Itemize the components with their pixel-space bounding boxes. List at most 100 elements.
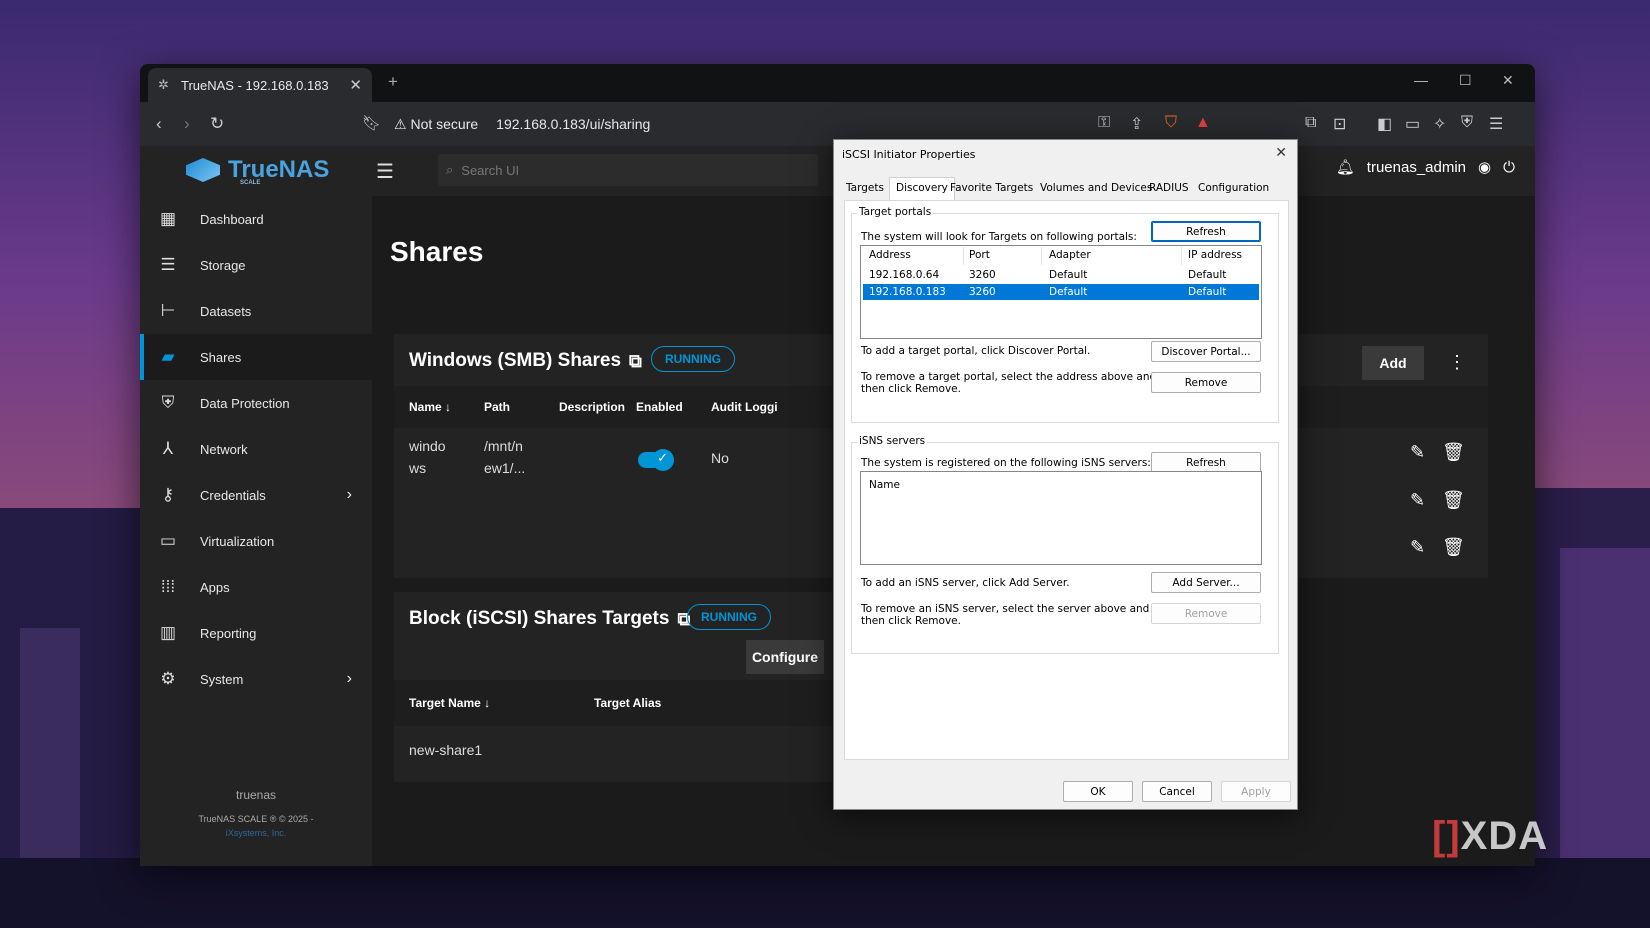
brave-rewards-icon[interactable]: ▲ <box>1195 114 1211 132</box>
key-icon: ⚷ <box>161 485 175 504</box>
target-portals-label: Target portals <box>857 206 934 218</box>
tab-targets[interactable]: Targets <box>846 180 884 200</box>
bell-icon[interactable]: 🔔︎ <box>1336 158 1355 176</box>
share-icon[interactable]: ⇪ <box>1130 114 1143 134</box>
iscsi-card: Block (iSCSI) Shares Targets ⧉ RUNNING C… <box>394 592 832 782</box>
add-server-button[interactable]: Add Server... <box>1151 572 1261 593</box>
tab-volumes-devices[interactable]: Volumes and Devices <box>1040 180 1152 200</box>
menu-icon[interactable]: ☰ <box>1489 114 1503 134</box>
portal-row-selected[interactable]: 192.168.0.183 3260 Default Default <box>863 284 1259 300</box>
add-button[interactable]: Add <box>1362 346 1424 380</box>
screenshot-icon[interactable]: ⊡ <box>1333 114 1346 134</box>
search-input[interactable]: ⌕ Search UI <box>438 154 818 186</box>
delete-icon[interactable]: 🗑︎ <box>1442 490 1465 511</box>
column-enabled[interactable]: Enabled <box>636 400 683 414</box>
not-secure-indicator[interactable]: ⚠ Not secure <box>394 116 478 133</box>
hostname: truenas <box>235 788 277 802</box>
tab-configuration[interactable]: Configuration <box>1198 180 1269 200</box>
share-name-line2: ws <box>409 460 427 476</box>
tab-radius[interactable]: RADIUS <box>1149 180 1189 200</box>
column-name[interactable]: Name ↓ <box>409 400 451 414</box>
dialog-title: iSCSI Initiator Properties <box>842 148 976 161</box>
column-audit-logging[interactable]: Audit Loggi <box>711 400 778 414</box>
sidebar-item-data-protection[interactable]: ⛨ Data Protection <box>140 380 372 426</box>
close-window-icon[interactable]: ✕ <box>1502 72 1514 89</box>
key-icon[interactable]: ⚿ <box>1098 114 1110 132</box>
tab-favorite-targets[interactable]: Favorite Targets <box>950 180 1033 200</box>
column-target-name[interactable]: Target Name ↓ <box>409 696 490 710</box>
sidebar-item-network[interactable]: ⅄ Network <box>140 426 372 472</box>
sidebar-item-storage[interactable]: ☰ Storage <box>140 242 372 288</box>
enabled-toggle[interactable] <box>638 449 674 471</box>
status-badge[interactable]: RUNNING <box>651 346 735 372</box>
account-icon[interactable]: ◉ <box>1478 158 1491 176</box>
hamburger-menu-icon[interactable]: ☰ <box>376 159 394 184</box>
new-tab-icon[interactable]: + <box>388 72 398 92</box>
isns-refresh-button[interactable]: Refresh <box>1151 452 1261 473</box>
page-title: Shares <box>390 236 484 267</box>
laptop-icon: ▭ <box>159 531 177 550</box>
delete-icon[interactable]: 🗑︎ <box>1442 537 1465 558</box>
isns-remove-button[interactable]: Remove <box>1151 603 1261 624</box>
close-dialog-icon[interactable]: ✕ <box>1275 145 1287 161</box>
sidebar-item-datasets[interactable]: ⊢ Datasets <box>140 288 372 334</box>
leo-ai-icon[interactable]: ✧ <box>1433 114 1446 134</box>
company-link[interactable]: iXsystems, Inc. <box>140 828 372 838</box>
sidebar-item-reporting[interactable]: ▥ Reporting <box>140 610 372 656</box>
cancel-button[interactable]: Cancel <box>1142 781 1212 802</box>
url-text: 192.168.0.183/ui/sharing <box>496 116 651 132</box>
edit-icon[interactable]: ✎ <box>1410 490 1425 511</box>
ok-button[interactable]: OK <box>1063 781 1133 802</box>
extensions-icon[interactable]: ⧉ <box>1305 114 1316 132</box>
browser-tab[interactable]: ✲ TrueNAS - 192.168.0.183 ✕ <box>148 68 372 102</box>
portals-refresh-button[interactable]: Refresh <box>1151 221 1261 242</box>
sidebar-toggle-icon[interactable]: ◧ <box>1377 114 1392 134</box>
portals-list[interactable]: Address Port Adapter IP address 192.168.… <box>860 245 1262 339</box>
sidebar-item-virtualization[interactable]: ▭ Virtualization <box>140 518 372 564</box>
minimize-icon[interactable]: — <box>1414 72 1428 88</box>
url-field[interactable]: ⚠ Not secure 192.168.0.183/ui/sharing <box>394 108 1094 140</box>
back-icon[interactable]: ‹ <box>156 114 162 134</box>
column-path[interactable]: Path <box>484 400 510 414</box>
edit-icon[interactable]: ✎ <box>1410 537 1425 558</box>
sidebar-item-dashboard[interactable]: ▦ Dashboard <box>140 196 372 242</box>
portal-row[interactable]: 192.168.0.64 3260 Default Default <box>863 267 1259 283</box>
edit-icon[interactable]: ✎ <box>1410 442 1425 463</box>
isns-list-header: Name <box>869 479 900 491</box>
username[interactable]: truenas_admin <box>1367 159 1466 176</box>
status-badge[interactable]: RUNNING <box>687 604 771 630</box>
power-icon[interactable]: ⏻ <box>1503 159 1515 176</box>
truenas-logo-mark <box>186 158 220 182</box>
isns-description: The system is registered on the followin… <box>861 457 1151 469</box>
column-description[interactable]: Description <box>559 400 625 414</box>
truenas-favicon-icon: ✲ <box>158 77 169 92</box>
apply-button[interactable]: Apply <box>1221 781 1291 802</box>
sidebar-item-shares[interactable]: ▰ Shares <box>140 334 372 380</box>
remove-isns-hint-1: To remove an iSNS server, select the ser… <box>861 603 1150 615</box>
column-target-alias[interactable]: Target Alias <box>594 696 661 710</box>
open-in-new-icon[interactable]: ⧉ <box>629 351 642 372</box>
forward-icon[interactable]: › <box>184 114 190 134</box>
more-vertical-icon[interactable]: ⋮ <box>1448 352 1466 373</box>
wallet-icon[interactable]: ▭ <box>1405 114 1420 134</box>
remove-isns-hint-2: then click Remove. <box>861 615 961 627</box>
vpn-icon[interactable]: ⛨ <box>1461 114 1473 132</box>
configure-button[interactable]: Configure <box>746 640 824 674</box>
sidebar-item-apps[interactable]: ⁞⁞⁞ Apps <box>140 564 372 610</box>
tab-discovery[interactable]: Discovery <box>889 177 955 201</box>
sidebar-item-credentials[interactable]: ⚷ Credentials › <box>140 472 372 518</box>
isns-servers-list[interactable]: Name <box>860 471 1262 565</box>
iscsi-initiator-dialog: iSCSI Initiator Properties ✕ Targets Dis… <box>833 139 1298 810</box>
portal-remove-button[interactable]: Remove <box>1151 372 1261 393</box>
brave-shield-icon[interactable]: ⛉ <box>1165 114 1177 132</box>
discover-portal-button[interactable]: Discover Portal... <box>1151 341 1261 362</box>
bookmark-icon[interactable]: 🔖︎ <box>362 114 381 132</box>
truenas-logo[interactable]: TrueNAS SCALE <box>186 156 329 186</box>
user-area: 🔔︎ truenas_admin ◉ ⏻ <box>1336 158 1515 177</box>
close-tab-icon[interactable]: ✕ <box>349 76 362 94</box>
maximize-icon[interactable]: ☐ <box>1459 72 1472 89</box>
delete-icon[interactable]: 🗑︎ <box>1442 442 1465 463</box>
sidebar-item-system[interactable]: ⚙ System › <box>140 656 372 702</box>
reload-icon[interactable]: ↻ <box>210 114 224 134</box>
add-isns-hint: To add an iSNS server, click Add Server. <box>861 577 1070 589</box>
